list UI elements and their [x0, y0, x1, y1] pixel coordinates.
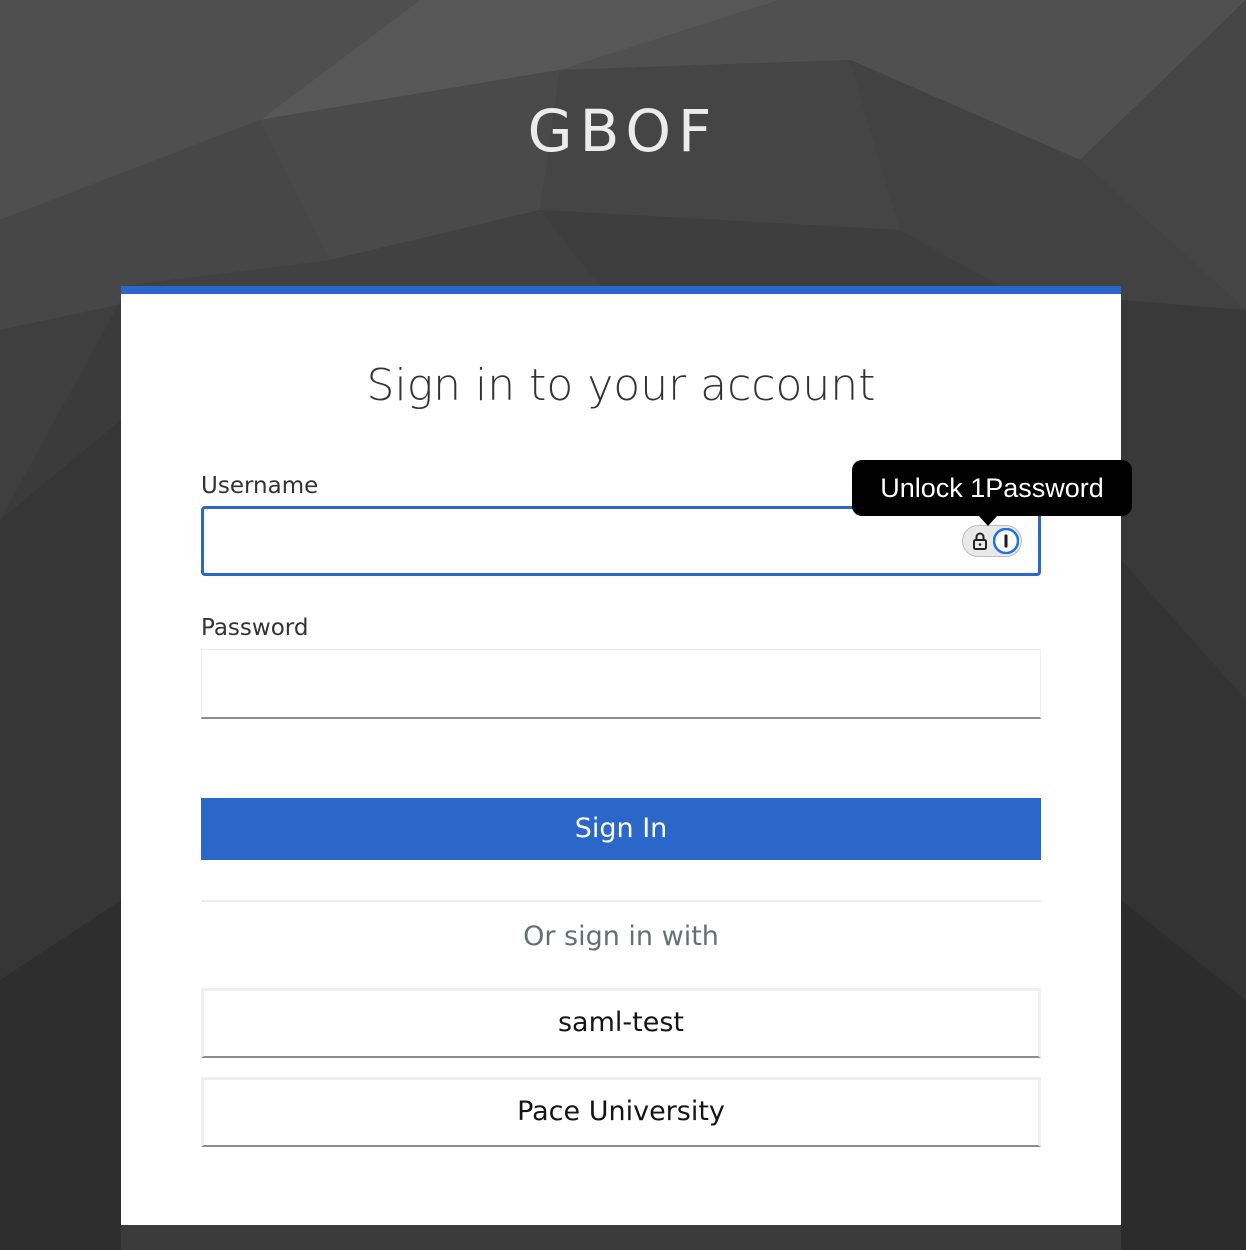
password-label: Password: [201, 615, 309, 641]
divider: [201, 900, 1041, 902]
password-field[interactable]: [201, 649, 1041, 719]
1password-inline-button[interactable]: [962, 525, 1022, 557]
provider-button-saml-test[interactable]: saml-test: [201, 988, 1041, 1058]
provider-button-pace-university[interactable]: Pace University: [201, 1077, 1041, 1147]
1password-logo-icon: [993, 528, 1019, 554]
login-card: Sign in to your account Username Unlock …: [121, 286, 1132, 1225]
username-field[interactable]: [201, 506, 1041, 576]
realm-title: GBOF: [527, 97, 719, 165]
tooltip-arrow: [979, 516, 997, 526]
1password-tooltip: Unlock 1Password: [852, 460, 1132, 526]
username-label: Username: [201, 473, 319, 499]
social-providers-heading: Or sign in with: [523, 921, 719, 952]
page-title: Sign in to your account: [366, 360, 876, 411]
sign-in-button[interactable]: Sign In: [201, 798, 1041, 860]
lock-icon: [973, 532, 987, 550]
tooltip-text: Unlock 1Password: [880, 473, 1104, 503]
